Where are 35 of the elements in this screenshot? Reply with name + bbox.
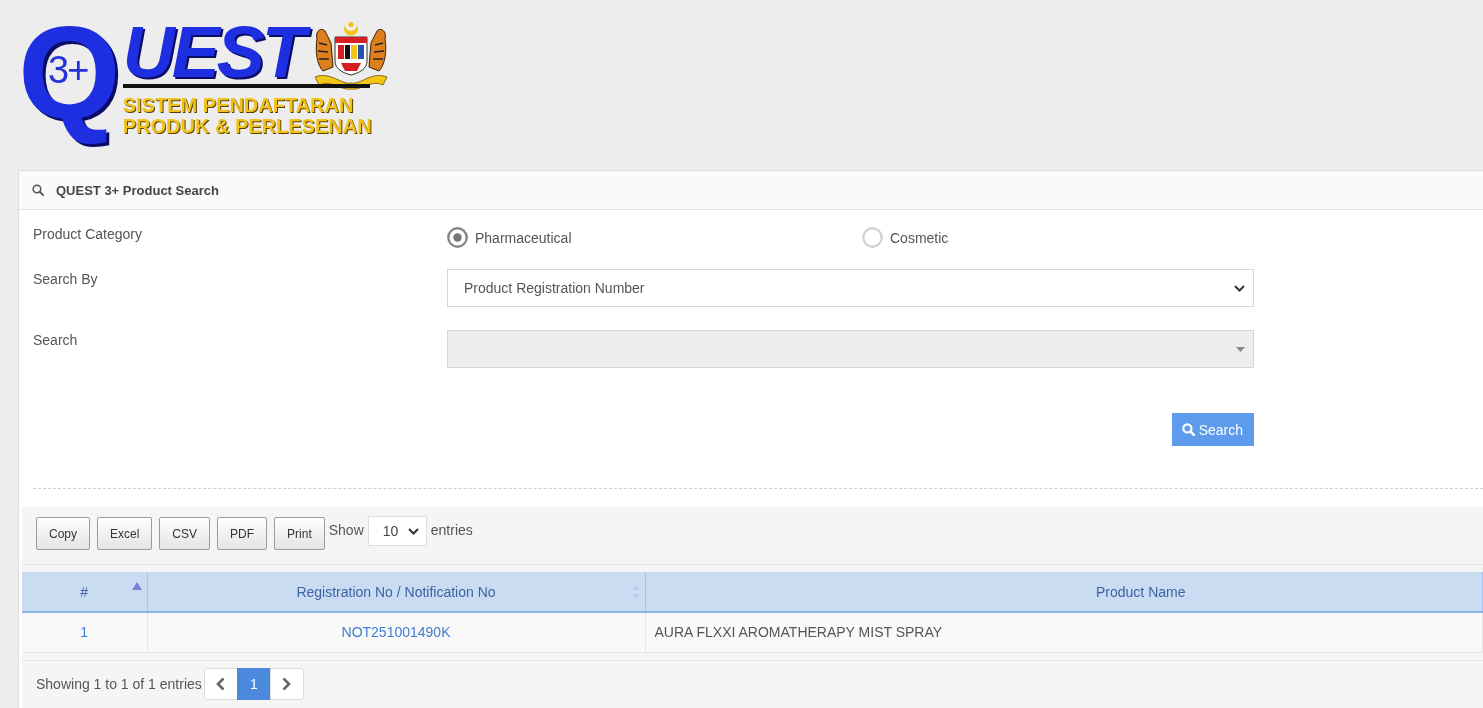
- export-button[interactable]: Copy: [36, 517, 90, 550]
- table-cell: AURA FLXXI AROMATHERAPY MIST SPRAY: [645, 612, 1483, 652]
- length-label: entries: [430, 521, 473, 540]
- table-cell: 1: [22, 612, 147, 652]
- chevron-down-icon: [407, 527, 419, 535]
- field-label: Search: [33, 331, 78, 350]
- registration-link[interactable]: NOT251001490K: [341, 624, 451, 641]
- category-radio[interactable]: Pharmaceutical: [447, 227, 572, 248]
- caret-down-icon: [1236, 346, 1245, 352]
- page-length-select[interactable]: 10: [367, 516, 427, 546]
- table-info: Showing 1 to 1 of 1 entries: [36, 675, 202, 692]
- logo-subtitle: SISTEM PENDAFTARAN: [122, 95, 355, 116]
- panel-title: QUEST 3+ Product Search: [56, 182, 219, 198]
- logo-word: UEST: [122, 16, 311, 91]
- column-header[interactable]: #: [22, 572, 147, 612]
- chevron-right-icon: [282, 676, 292, 691]
- chevron-left-icon: [216, 676, 226, 691]
- column-header[interactable]: Registration No / Notification No: [147, 572, 645, 612]
- logo-subtitle: PRODUK & PERLESENAN: [122, 116, 373, 137]
- search-by-select[interactable]: Product Registration Number: [447, 269, 1254, 307]
- export-button[interactable]: PDF: [217, 517, 268, 550]
- field-label: Product Category: [33, 225, 142, 244]
- search-icon: [32, 184, 44, 196]
- export-button[interactable]: CSV: [159, 517, 211, 550]
- page-button[interactable]: 1: [236, 667, 271, 700]
- next-page-button[interactable]: [269, 667, 304, 700]
- length-label: Show: [328, 521, 364, 540]
- previous-page-button[interactable]: [203, 667, 238, 700]
- category-radio[interactable]: Cosmetic: [862, 227, 949, 248]
- export-button[interactable]: Print: [274, 517, 325, 550]
- column-header[interactable]: Product Name: [645, 572, 1483, 612]
- field-label: Search By: [33, 270, 98, 289]
- export-button[interactable]: Excel: [97, 517, 153, 550]
- chevron-down-icon: [1234, 284, 1245, 292]
- search-icon: [1181, 423, 1195, 436]
